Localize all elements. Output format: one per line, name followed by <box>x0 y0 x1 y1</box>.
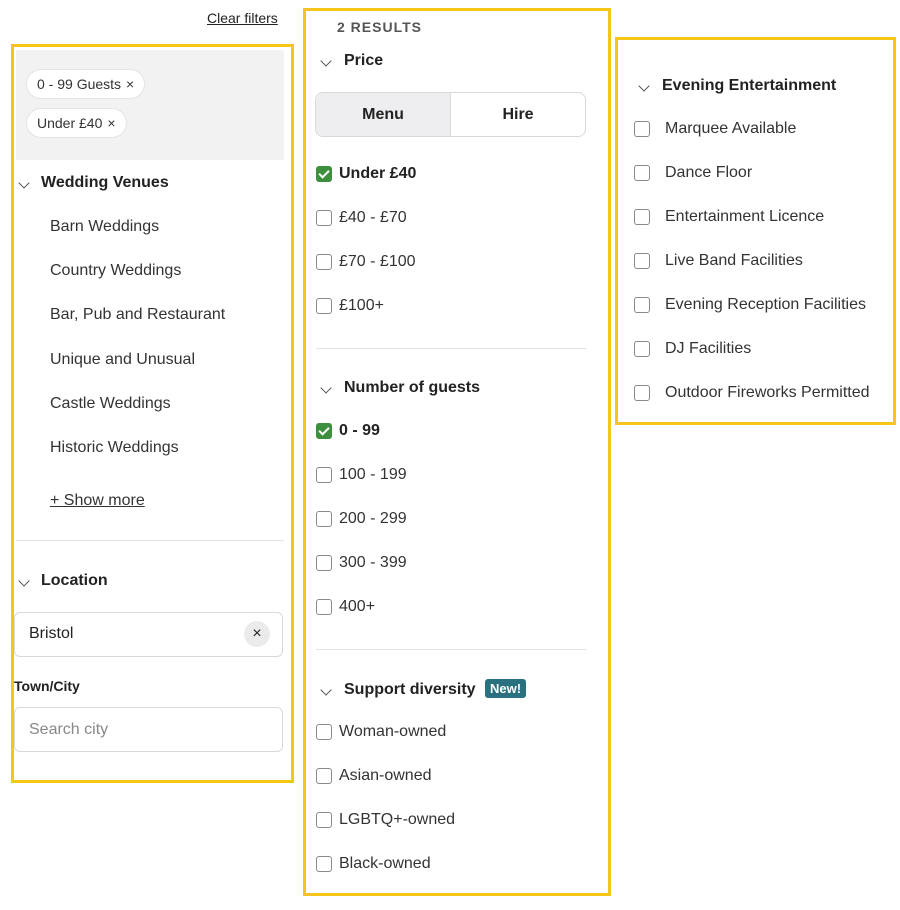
checkbox-label: Live Band Facilities <box>665 252 803 269</box>
venue-link-unique[interactable]: Unique and Unusual <box>50 351 195 369</box>
checkbox[interactable] <box>316 511 332 527</box>
venue-link-historic[interactable]: Historic Weddings <box>50 439 179 457</box>
checkbox[interactable] <box>634 385 650 401</box>
checkbox-label: Entertainment Licence <box>665 208 825 225</box>
filter-chip-price[interactable]: Under £40 × <box>27 109 126 137</box>
search-city-field[interactable] <box>14 707 283 752</box>
checkbox-label: £40 - £70 <box>339 209 407 226</box>
checkbox-label: 400+ <box>339 598 376 615</box>
price-type-toggle: Menu Hire <box>315 92 586 137</box>
entertainment-heading[interactable]: Evening Entertainment <box>662 77 836 95</box>
checkbox[interactable] <box>634 121 650 137</box>
checkbox[interactable] <box>316 254 332 270</box>
highlight-box-right <box>615 37 896 425</box>
checkbox[interactable] <box>316 599 332 615</box>
new-badge: New! <box>485 679 527 698</box>
show-more-link[interactable]: + Show more <box>50 492 145 510</box>
checkbox-label: 300 - 399 <box>339 554 407 571</box>
highlight-box-middle <box>303 8 611 896</box>
location-field[interactable]: Bristol × <box>14 612 283 657</box>
diversity-heading[interactable]: Support diversity <box>344 681 476 699</box>
checkbox[interactable] <box>316 856 332 872</box>
town-city-label: Town/City <box>14 678 80 694</box>
active-filters-area: 0 - 99 Guests × Under £40 × <box>16 50 284 160</box>
checkbox[interactable] <box>316 298 332 314</box>
location-heading[interactable]: Location <box>41 572 108 590</box>
divider <box>316 348 586 349</box>
checkbox[interactable] <box>634 341 650 357</box>
checkbox-label: LGBTQ+-owned <box>339 811 456 828</box>
checkbox-label: £70 - £100 <box>339 253 416 270</box>
checkbox-label: 100 - 199 <box>339 466 407 483</box>
checkbox[interactable] <box>634 209 650 225</box>
checkbox[interactable] <box>316 467 332 483</box>
checkbox-label: Evening Reception Facilities <box>665 296 866 313</box>
checkbox-checked[interactable] <box>316 423 332 439</box>
checkbox[interactable] <box>316 768 332 784</box>
divider <box>316 649 586 650</box>
checkbox-label: Black-owned <box>339 855 431 872</box>
checkbox[interactable] <box>316 724 332 740</box>
checkbox-label: Marquee Available <box>665 120 797 137</box>
checkbox[interactable] <box>316 812 332 828</box>
guests-heading[interactable]: Number of guests <box>344 379 480 397</box>
wedding-venues-heading[interactable]: Wedding Venues <box>41 174 169 192</box>
checkbox[interactable] <box>634 297 650 313</box>
divider <box>16 540 284 541</box>
checkbox[interactable] <box>316 210 332 226</box>
checkbox-label: Dance Floor <box>665 164 753 181</box>
clear-filters-link[interactable]: Clear filters <box>207 10 278 26</box>
close-icon[interactable]: × <box>244 621 270 647</box>
chip-label: Under £40 <box>37 115 103 131</box>
location-value: Bristol <box>29 625 74 642</box>
price-heading[interactable]: Price <box>344 52 383 70</box>
venue-link-bar-pub[interactable]: Bar, Pub and Restaurant <box>50 306 225 324</box>
checkbox[interactable] <box>634 253 650 269</box>
results-count: 2 RESULTS <box>337 19 422 35</box>
checkbox-checked[interactable] <box>316 166 332 182</box>
checkbox-label: 0 - 99 <box>339 422 380 439</box>
checkbox-label: 200 - 299 <box>339 510 407 527</box>
checkbox-label: Asian-owned <box>339 767 432 784</box>
close-icon[interactable]: × <box>126 76 134 92</box>
venue-link-barn[interactable]: Barn Weddings <box>50 218 159 236</box>
tab-menu[interactable]: Menu <box>316 93 451 136</box>
close-icon[interactable]: × <box>107 115 115 131</box>
checkbox-label: £100+ <box>339 297 384 314</box>
checkbox-label: Outdoor Fireworks Permitted <box>665 384 870 401</box>
chip-label: 0 - 99 Guests <box>37 76 122 92</box>
search-city-input[interactable] <box>15 708 282 751</box>
checkbox-label: DJ Facilities <box>665 340 752 357</box>
checkbox-label: Woman-owned <box>339 723 447 740</box>
filter-chip-guests[interactable]: 0 - 99 Guests × <box>27 70 145 98</box>
checkbox[interactable] <box>316 555 332 571</box>
venue-link-castle[interactable]: Castle Weddings <box>50 395 171 413</box>
venue-link-country[interactable]: Country Weddings <box>50 262 181 280</box>
checkbox-label: Under £40 <box>339 165 417 182</box>
tab-hire[interactable]: Hire <box>451 93 585 136</box>
checkbox[interactable] <box>634 165 650 181</box>
